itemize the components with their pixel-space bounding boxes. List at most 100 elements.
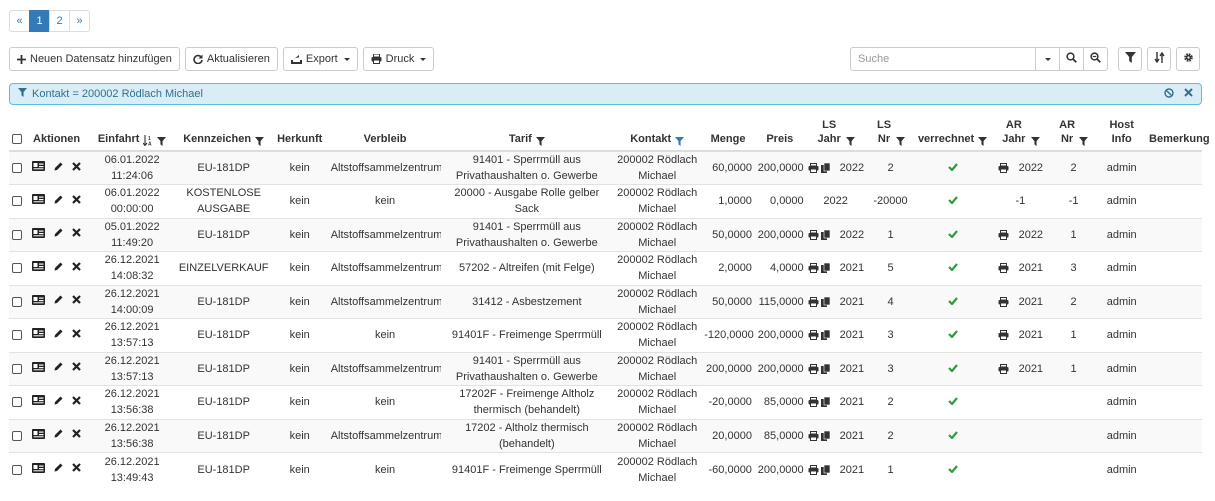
select-all-checkbox[interactable] bbox=[12, 134, 23, 145]
col-einfahrt[interactable]: Einfahrt 1A bbox=[87, 116, 177, 152]
col-ls-jahr[interactable]: LS Jahr bbox=[805, 116, 866, 152]
column-filter-icon[interactable] bbox=[255, 137, 265, 146]
column-filter-icon[interactable] bbox=[1079, 137, 1089, 146]
export-dropdown-button[interactable]: Export bbox=[282, 47, 358, 71]
edit-icon[interactable] bbox=[54, 228, 63, 237]
detail-card-icon[interactable] bbox=[32, 328, 46, 339]
copies-icon[interactable] bbox=[820, 363, 830, 374]
col-tarif[interactable]: Tarif bbox=[441, 116, 613, 152]
printer-icon[interactable] bbox=[808, 263, 819, 274]
delete-icon[interactable] bbox=[72, 429, 81, 439]
row-checkbox[interactable] bbox=[12, 263, 23, 274]
detail-card-icon[interactable] bbox=[32, 462, 46, 473]
delete-icon[interactable] bbox=[72, 328, 81, 338]
col-herkunft[interactable]: Herkunft bbox=[270, 116, 329, 152]
col-host-info[interactable]: Host Info bbox=[1096, 116, 1148, 152]
printer-icon[interactable] bbox=[808, 163, 819, 174]
delete-icon[interactable] bbox=[72, 194, 81, 204]
table-row[interactable]: 26.12.2021 13:57:13 EU-181DP kein kein 91401F… bbox=[9, 318, 1202, 352]
delete-icon[interactable] bbox=[72, 362, 81, 372]
detail-card-icon[interactable] bbox=[32, 361, 46, 372]
edit-icon[interactable] bbox=[54, 162, 63, 171]
copies-icon[interactable] bbox=[820, 229, 830, 240]
printer-icon[interactable] bbox=[808, 330, 819, 341]
copies-icon[interactable] bbox=[820, 397, 830, 408]
copies-icon[interactable] bbox=[820, 163, 830, 174]
edit-icon[interactable] bbox=[54, 295, 63, 304]
sort-button[interactable] bbox=[1147, 47, 1171, 71]
printer-icon[interactable] bbox=[998, 296, 1009, 307]
row-checkbox[interactable] bbox=[12, 430, 23, 441]
row-checkbox[interactable] bbox=[12, 296, 23, 307]
zoom-out-button[interactable] bbox=[1083, 47, 1108, 71]
table-row[interactable]: 26.12.2021 14:00:09 EU-181DP kein Altstoffsa… bbox=[9, 284, 1202, 319]
table-row[interactable]: 26.12.2021 13:56:38 EU-181DP kein kein 17202F… bbox=[9, 385, 1202, 419]
col-verrechnet[interactable]: verrechnet bbox=[915, 116, 990, 152]
printer-icon[interactable] bbox=[808, 296, 819, 307]
table-row[interactable]: 26.12.2021 13:56:38 EU-181DP kein Altstoffsa… bbox=[9, 418, 1202, 453]
detail-card-icon[interactable] bbox=[32, 395, 46, 406]
page-1-button[interactable]: 1 bbox=[29, 10, 50, 32]
page-prev-button[interactable]: « bbox=[9, 10, 30, 32]
disable-filter-button[interactable] bbox=[1164, 87, 1174, 101]
settings-button[interactable] bbox=[1176, 47, 1200, 71]
printer-icon[interactable] bbox=[998, 229, 1009, 240]
edit-icon[interactable] bbox=[54, 362, 63, 371]
copies-icon[interactable] bbox=[820, 263, 830, 274]
col-ar-nr[interactable]: AR Nr bbox=[1050, 116, 1097, 152]
filter-button[interactable] bbox=[1118, 47, 1142, 71]
row-checkbox[interactable] bbox=[12, 163, 23, 174]
table-row[interactable]: 26.12.2021 13:57:13 EU-181DP kein Altstoffsa… bbox=[9, 351, 1202, 386]
column-filter-icon[interactable] bbox=[896, 137, 905, 146]
col-preis[interactable]: Preis bbox=[753, 116, 806, 152]
col-ls-nr[interactable]: LS Nr bbox=[865, 116, 916, 152]
printer-icon[interactable] bbox=[808, 464, 819, 475]
edit-icon[interactable] bbox=[54, 429, 63, 438]
page-2-button[interactable]: 2 bbox=[49, 10, 70, 32]
column-filter-icon[interactable] bbox=[535, 137, 545, 146]
row-checkbox[interactable] bbox=[12, 464, 23, 475]
page-next-button[interactable]: » bbox=[69, 10, 90, 32]
printer-icon[interactable] bbox=[998, 163, 1009, 174]
delete-icon[interactable] bbox=[72, 228, 81, 238]
delete-icon[interactable] bbox=[72, 395, 81, 405]
search-input[interactable] bbox=[850, 47, 1036, 71]
clear-filter-button[interactable] bbox=[1184, 88, 1193, 100]
printer-icon[interactable] bbox=[998, 263, 1009, 274]
printer-icon[interactable] bbox=[998, 363, 1009, 374]
column-filter-icon[interactable] bbox=[1030, 137, 1040, 146]
table-row[interactable]: 26.12.2021 14:08:32 EINZELVERKAUF kein Altst… bbox=[9, 251, 1202, 285]
row-checkbox[interactable] bbox=[12, 196, 23, 207]
printer-icon[interactable] bbox=[808, 397, 819, 408]
copies-icon[interactable] bbox=[820, 296, 830, 307]
delete-icon[interactable] bbox=[72, 463, 81, 472]
table-row[interactable]: 06.01.2022 00:00:00 KOSTENLOSE AUSGABE kein… bbox=[9, 184, 1202, 218]
search-dropdown-button[interactable] bbox=[1035, 47, 1060, 71]
col-kennzeichen[interactable]: Kennzeichen bbox=[176, 116, 271, 152]
detail-card-icon[interactable] bbox=[32, 294, 46, 305]
col-menge[interactable]: Menge bbox=[702, 116, 754, 152]
delete-icon[interactable] bbox=[72, 295, 81, 305]
copies-icon[interactable] bbox=[820, 464, 830, 475]
table-row[interactable]: 06.01.2022 11:24:06 EU-181DP kein Altstoffsa… bbox=[9, 150, 1202, 185]
edit-icon[interactable] bbox=[54, 396, 63, 405]
sort-desc-icon[interactable]: 1A bbox=[143, 135, 153, 146]
col-kontakt[interactable]: Kontakt bbox=[612, 116, 703, 152]
copies-icon[interactable] bbox=[820, 430, 830, 441]
edit-icon[interactable] bbox=[54, 262, 63, 271]
copies-icon[interactable] bbox=[820, 330, 830, 341]
col-bemerkung[interactable]: Bemerkung bbox=[1147, 116, 1210, 152]
printer-icon[interactable] bbox=[808, 229, 819, 240]
detail-card-icon[interactable] bbox=[32, 261, 46, 272]
delete-icon[interactable] bbox=[72, 161, 81, 171]
detail-card-icon[interactable] bbox=[32, 227, 46, 238]
row-checkbox[interactable] bbox=[12, 229, 23, 240]
search-button[interactable] bbox=[1059, 47, 1084, 71]
col-ar-jahr[interactable]: AR Jahr bbox=[989, 116, 1051, 152]
column-filter-icon[interactable] bbox=[846, 137, 856, 146]
detail-card-icon[interactable] bbox=[32, 428, 46, 439]
printer-icon[interactable] bbox=[808, 363, 819, 374]
edit-icon[interactable] bbox=[54, 195, 63, 204]
column-filter-icon[interactable] bbox=[978, 137, 988, 146]
column-filter-active-icon[interactable] bbox=[675, 137, 685, 146]
